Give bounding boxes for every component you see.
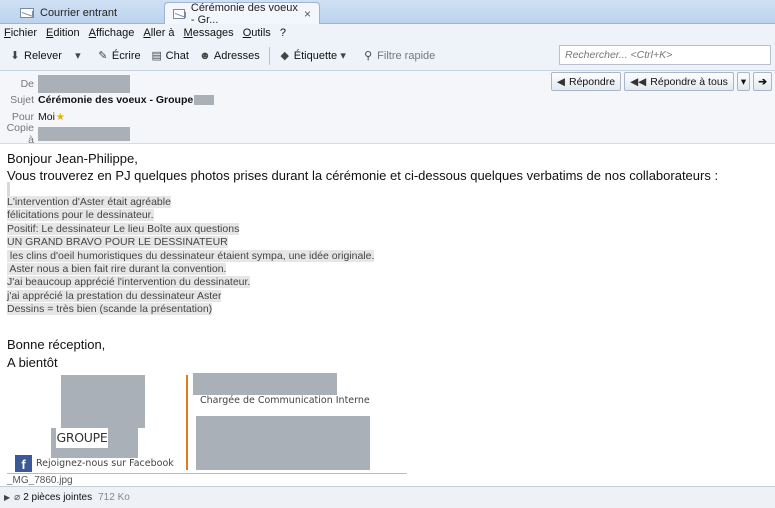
chat-button[interactable]: ▤ Chat: [146, 45, 194, 67]
pencil-icon: ✎: [98, 50, 108, 62]
reply-icon: ◀: [556, 75, 565, 88]
to-value[interactable]: Moi: [38, 111, 55, 123]
menu-edition[interactable]: Edition: [46, 27, 80, 39]
contact-info-redacted: [196, 416, 370, 470]
reply-label: Répondre: [568, 75, 616, 88]
reply-all-button[interactable]: ◀◀ Répondre à tous: [624, 72, 734, 91]
subject-redacted: [194, 95, 215, 105]
envelope-icon: [173, 8, 185, 19]
subject-value: Cérémonie des voeux - Groupe: [38, 94, 194, 106]
signature-divider: [186, 375, 188, 470]
facebook-link[interactable]: Rejoignez-nous sur Facebook: [36, 458, 174, 469]
forward-icon: ➔: [758, 75, 767, 88]
intro-text: Vous trouverez en PJ quelques photos pri…: [7, 168, 719, 183]
etiquette-button[interactable]: ◆ Étiquette ▾: [274, 45, 357, 67]
sender-redacted[interactable]: [38, 75, 130, 93]
chevron-down-icon: ▾: [75, 50, 81, 62]
header-from-row: De: [0, 75, 400, 93]
list-item: L'intervention d'Aster était agréable: [7, 196, 171, 208]
greeting: Bonjour Jean-Philippe,: [7, 151, 138, 166]
reply-all-dropdown[interactable]: ▾: [736, 72, 751, 91]
ecrire-label: Écrire: [111, 49, 141, 62]
cc-label: Copie à: [6, 122, 34, 146]
tab-label: Courrier entrant: [40, 7, 118, 19]
menu-outils[interactable]: Outils: [243, 27, 271, 39]
reply-button[interactable]: ◀ Répondre: [550, 72, 622, 91]
message-body: Bonjour Jean-Philippe, Vous trouverez en…: [0, 145, 775, 485]
menu-affichage[interactable]: Affichage: [89, 27, 135, 39]
adresses-button[interactable]: ☻ Adresses: [194, 45, 265, 67]
list-item: J'ai beaucoup apprécié l'intervention du…: [7, 276, 251, 289]
filtre-rapide-button[interactable]: ⚲ Filtre rapide: [357, 45, 440, 67]
chat-label: Chat: [165, 49, 189, 62]
paperclip-icon: ⌀: [14, 492, 21, 503]
main-toolbar: ⬇ Relever ▾ ✎ Écrire ▤ Chat ☻ Adresses ◆…: [0, 41, 775, 71]
attachment-bar[interactable]: ▶ ⌀ 2 pièces jointes 712 Ko: [0, 486, 775, 508]
inbox-icon: [20, 8, 34, 18]
from-label: De: [20, 78, 34, 90]
search-input[interactable]: Rechercher... <Ctrl+K>: [559, 45, 771, 65]
cc-redacted[interactable]: [38, 127, 130, 141]
expand-triangle-icon[interactable]: ▶: [4, 493, 10, 502]
list-item: Dessins = très bien (scande la présentat…: [7, 303, 213, 316]
adresses-label: Adresses: [213, 49, 260, 62]
closing-line-1: Bonne réception,: [7, 337, 106, 352]
tab-inbox[interactable]: Courrier entrant: [12, 2, 162, 24]
closing-line-2: A bientôt: [7, 355, 58, 370]
toolbar-separator: [268, 46, 270, 65]
reply-all-icon: ◀◀: [630, 75, 647, 88]
quote-bar: [7, 182, 10, 196]
forward-button[interactable]: ➔: [753, 72, 772, 91]
list-item: félicitations pour le dessinateur.: [7, 209, 154, 222]
chevron-down-icon: ▾: [340, 50, 346, 62]
list-item: Aster nous a bien fait rire durant la co…: [7, 263, 227, 276]
signer-role: Chargée de Communication Interne: [200, 395, 370, 406]
etiquette-label: Étiquette: [293, 49, 338, 62]
message-header: De Sujet Cérémonie des voeux - Groupe Po…: [0, 71, 775, 146]
relever-button[interactable]: ⬇ Relever: [4, 45, 67, 67]
contacts-icon: ☻: [199, 49, 211, 62]
subject-label: Sujet: [10, 94, 34, 106]
menu-bar: Fichier Edition Affichage Aller à Messag…: [0, 24, 775, 41]
tag-icon: ◆: [280, 50, 289, 62]
header-to-row: Pour Moi ★: [0, 109, 400, 125]
header-cc-row: Copie à: [0, 122, 400, 146]
inline-attachment-name[interactable]: _MG_7860.jpg: [7, 473, 407, 485]
logo-text: GROUPE: [56, 428, 108, 448]
list-item: j'ai apprécié la prestation du dessinate…: [7, 289, 222, 302]
verbatim-list: L'intervention d'Aster était agréable fé…: [7, 182, 375, 317]
close-icon[interactable]: ×: [304, 7, 311, 21]
relever-label: Relever: [24, 49, 62, 62]
company-logo-redacted: [61, 375, 145, 428]
reply-buttons: ◀ Répondre ◀◀ Répondre à tous ▾ ➔: [550, 72, 772, 91]
chevron-down-icon: ▾: [740, 75, 747, 88]
filter-icon: ⚲: [364, 50, 373, 62]
chat-icon: ▤: [151, 50, 162, 62]
tab-label: Cérémonie des voeux - Gr...: [190, 1, 298, 26]
facebook-icon[interactable]: f: [15, 455, 32, 472]
attachment-size: 712 Ko: [98, 492, 130, 503]
relever-dropdown[interactable]: ▾: [67, 45, 92, 67]
menu-messages[interactable]: Messages: [184, 27, 234, 39]
star-icon[interactable]: ★: [56, 112, 65, 123]
ecrire-button[interactable]: ✎ Écrire: [92, 45, 146, 67]
download-icon: ⬇: [10, 50, 20, 62]
signer-name-redacted: [193, 373, 337, 395]
header-subject-row: Sujet Cérémonie des voeux - Groupe: [0, 92, 400, 108]
menu-aller[interactable]: Aller à: [143, 27, 174, 39]
attachment-count: 2 pièces jointes: [23, 492, 93, 503]
menu-help[interactable]: ?: [280, 27, 286, 39]
list-item: Positif: Le dessinateur Le lieu Boîte au…: [7, 222, 240, 235]
menu-fichier[interactable]: Fichier: [4, 27, 37, 39]
list-item: les clins d'oeil humoristiques du dessin…: [7, 249, 375, 262]
tab-strip: Courrier entrant Cérémonie des voeux - G…: [0, 0, 775, 26]
tab-message[interactable]: Cérémonie des voeux - Gr... ×: [164, 1, 320, 26]
reply-all-label: Répondre à tous: [650, 75, 728, 88]
list-item: UN GRAND BRAVO POUR LE DESSINATEUR: [7, 236, 228, 249]
filtre-label: Filtre rapide: [377, 49, 436, 62]
